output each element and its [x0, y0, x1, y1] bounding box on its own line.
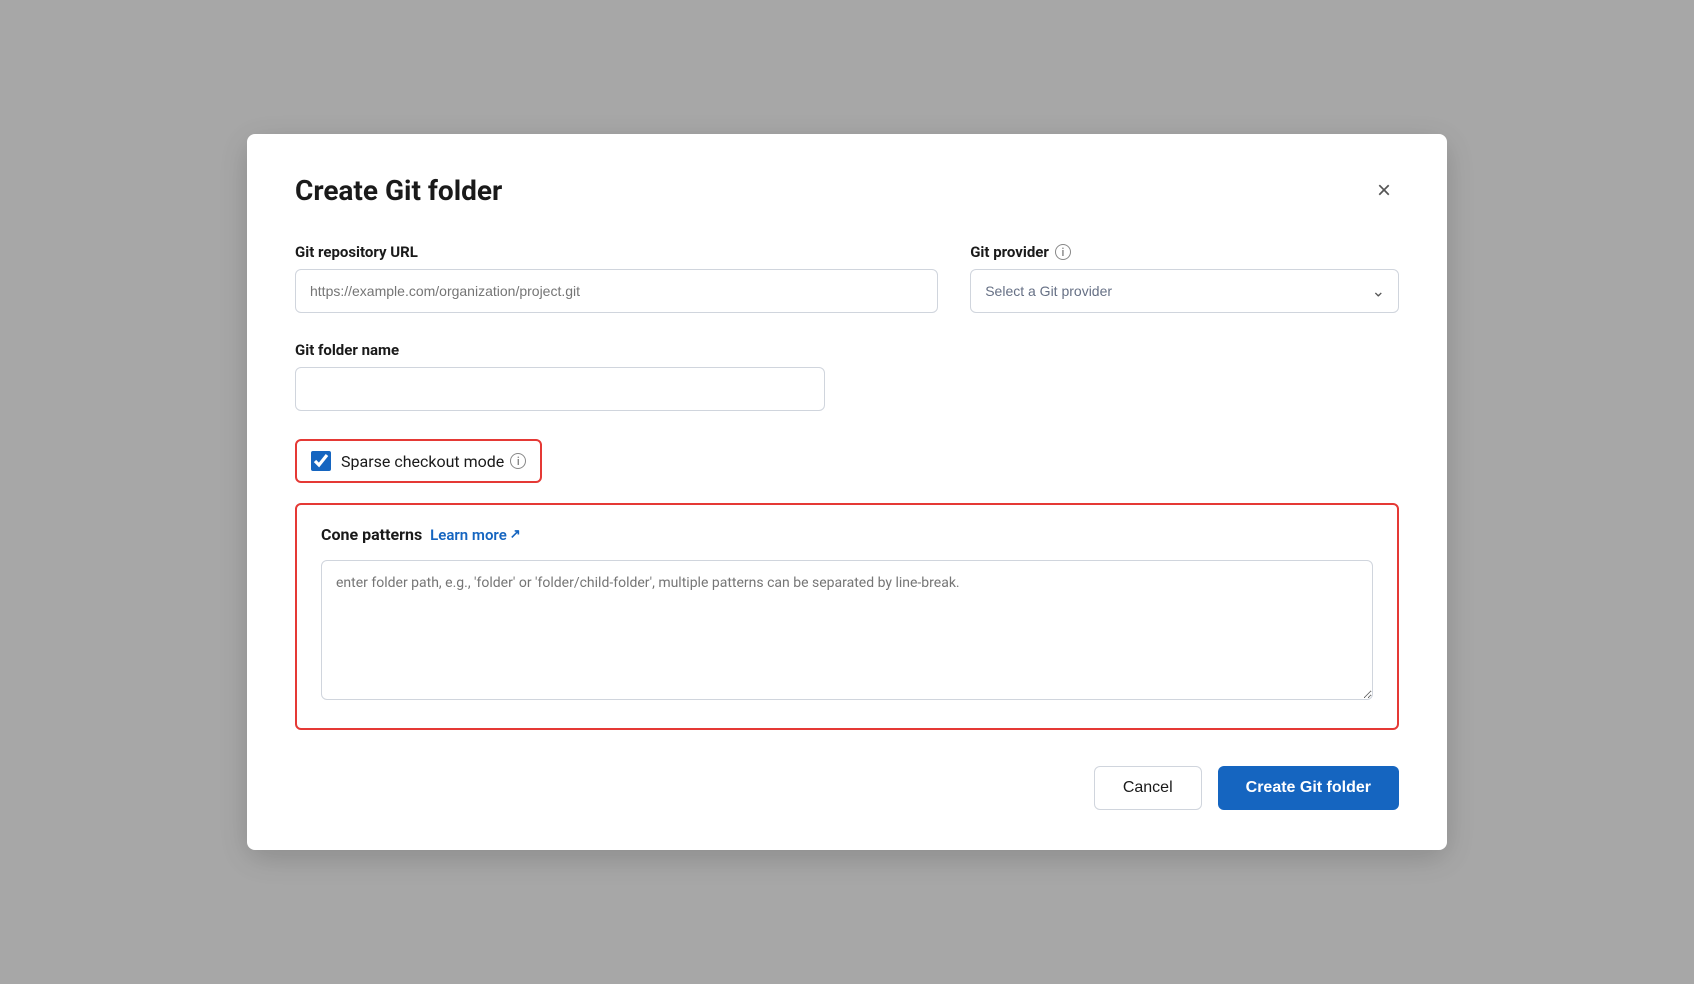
cancel-button[interactable]: Cancel [1094, 766, 1202, 810]
folder-name-input[interactable] [295, 367, 825, 411]
close-button[interactable]: × [1369, 175, 1399, 207]
git-provider-group: Git provider i Select a Git provider Git… [970, 243, 1399, 313]
git-url-group: Git repository URL [295, 243, 938, 313]
learn-more-link[interactable]: Learn more ↗︎ [430, 526, 521, 544]
sparse-checkout-checkbox[interactable] [311, 451, 331, 471]
cone-patterns-textarea[interactable] [321, 560, 1373, 700]
sparse-checkout-info-icon[interactable]: i [510, 453, 526, 469]
folder-name-group: Git folder name [295, 341, 825, 411]
modal-overlay: Create Git folder × Git repository URL G… [0, 0, 1694, 984]
external-link-icon: ↗︎ [510, 527, 521, 542]
modal-dialog: Create Git folder × Git repository URL G… [247, 134, 1447, 850]
git-provider-select[interactable]: Select a Git provider GitHub GitLab Bitb… [970, 269, 1399, 313]
sparse-checkout-row: Sparse checkout mode i [295, 439, 542, 483]
git-provider-select-wrapper: Select a Git provider GitHub GitLab Bitb… [970, 269, 1399, 313]
folder-name-label: Git folder name [295, 341, 825, 359]
modal-header: Create Git folder × [295, 174, 1399, 207]
cone-patterns-section: Cone patterns Learn more ↗︎ [295, 503, 1399, 730]
modal-footer: Cancel Create Git folder [295, 766, 1399, 810]
cone-patterns-header: Cone patterns Learn more ↗︎ [321, 525, 1373, 544]
git-provider-label: Git provider i [970, 243, 1399, 261]
url-provider-row: Git repository URL Git provider i Select… [295, 243, 1399, 313]
modal-title: Create Git folder [295, 174, 502, 207]
git-url-label: Git repository URL [295, 243, 938, 261]
create-git-folder-button[interactable]: Create Git folder [1218, 766, 1399, 810]
git-provider-info-icon[interactable]: i [1055, 244, 1071, 260]
sparse-checkout-label[interactable]: Sparse checkout mode i [341, 452, 526, 471]
git-url-input[interactable] [295, 269, 938, 313]
